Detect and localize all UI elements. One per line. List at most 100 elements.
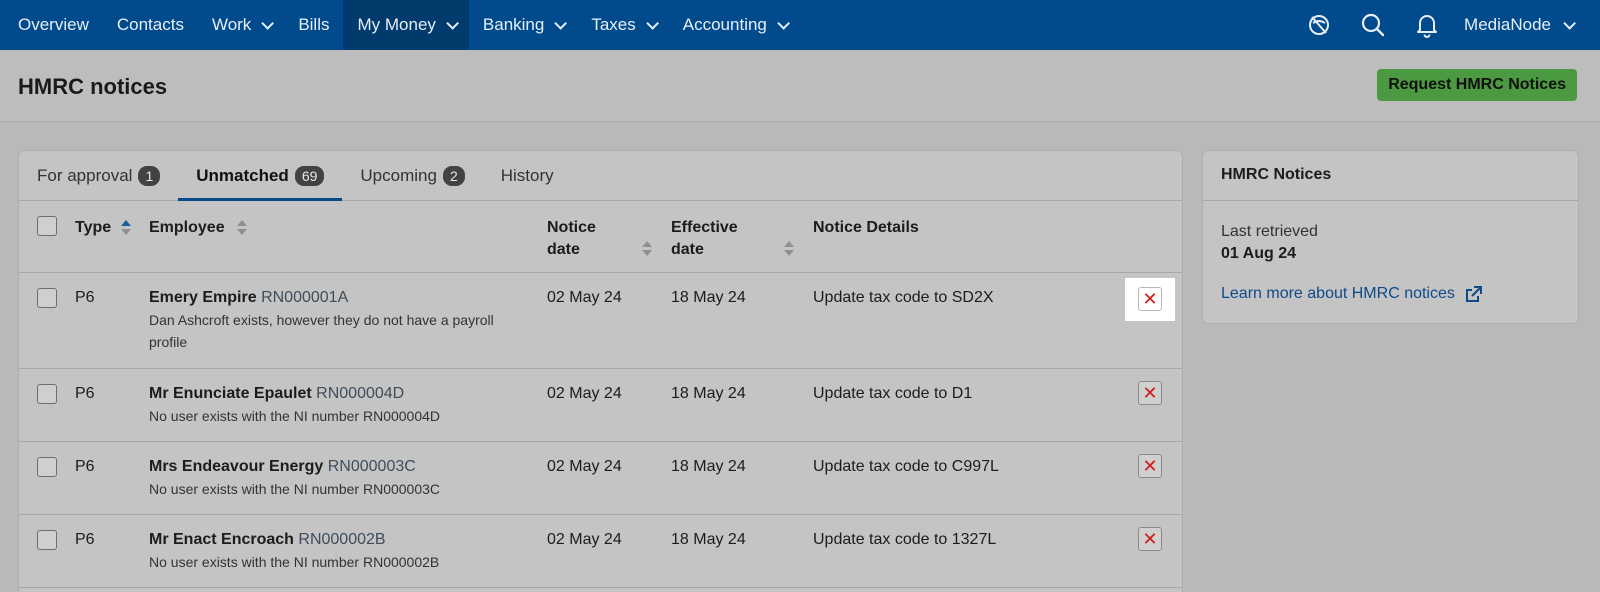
user-name: MediaNode: [1464, 15, 1551, 34]
page-header: HMRC notices Request HMRC Notices: [0, 50, 1600, 122]
search-icon[interactable]: [1346, 0, 1400, 50]
tab-label: Unmatched: [196, 165, 289, 185]
effective-date: 18 May 24: [671, 289, 746, 306]
table-row: P6 Emery Empire RN000001A Dan Ashcroft e…: [19, 273, 1182, 369]
column-type-label: Type: [75, 219, 112, 236]
no-tracking-icon[interactable]: [1292, 0, 1346, 50]
nav-bills-label: Bills: [298, 15, 330, 34]
match-note: No user exists with the NI number RN0000…: [149, 481, 441, 497]
external-link-icon: [1465, 285, 1482, 302]
table-row: P6 Mr Enact Encroach RN000002B No user e…: [19, 515, 1182, 588]
side-card-title: HMRC Notices: [1203, 151, 1578, 201]
notice-details: Update tax code to D1: [813, 385, 973, 402]
tab-history[interactable]: History: [483, 151, 572, 200]
sort-icon[interactable]: [121, 220, 131, 236]
nav-bills[interactable]: Bills: [284, 0, 343, 50]
nav-banking[interactable]: Banking: [469, 0, 577, 50]
sort-icon[interactable]: [784, 241, 794, 257]
delete-notice-button[interactable]: ✕: [1138, 287, 1162, 311]
nav-right-group: MediaNode: [1292, 0, 1600, 50]
notice-details: Update tax code to C997L: [813, 458, 999, 475]
tab-bar: For approval 1 Unmatched 69 Upcoming 2 H…: [19, 151, 1182, 201]
nav-taxes[interactable]: Taxes: [577, 0, 668, 50]
sort-icon[interactable]: [237, 220, 247, 236]
ni-number: RN000002B: [298, 531, 386, 548]
nav-contacts[interactable]: Contacts: [103, 0, 198, 50]
row-checkbox[interactable]: [37, 530, 57, 550]
bell-icon[interactable]: [1400, 0, 1454, 50]
row-checkbox[interactable]: [37, 288, 57, 308]
column-effective-date-header[interactable]: Effective date: [671, 217, 738, 261]
employee-name: Mr Enunciate Epaulet: [149, 385, 312, 402]
column-type-header[interactable]: Type: [75, 217, 111, 239]
column-notice-date-line2: date: [547, 241, 580, 258]
effective-date: 18 May 24: [671, 385, 746, 402]
last-retrieved-value: 01 Aug 24: [1221, 245, 1296, 262]
notice-type: P6: [75, 531, 95, 548]
nav-work[interactable]: Work: [198, 0, 284, 50]
column-notice-date-line1: Notice: [547, 219, 596, 236]
tab-unmatched[interactable]: Unmatched 69: [178, 151, 343, 201]
column-employee-label: Employee: [149, 219, 225, 236]
chevron-down-icon: [261, 16, 275, 30]
table-header: Type Employee Notice date Effective date N…: [19, 201, 1182, 273]
ni-number: RN000003C: [327, 458, 416, 475]
match-note: Dan Ashcroft exists, however they do not…: [149, 312, 494, 350]
notice-date: 02 May 24: [547, 385, 622, 402]
table-row: P6 Mrs Endeavour Energy RN000003C No use…: [19, 442, 1182, 515]
notice-type: P6: [75, 458, 95, 475]
count-badge: 69: [294, 165, 325, 186]
notice-details: Update tax code to SD2X: [813, 289, 994, 306]
row-checkbox[interactable]: [37, 384, 57, 404]
count-badge: 2: [442, 165, 465, 186]
nav-accounting[interactable]: Accounting: [669, 0, 800, 50]
sort-icon[interactable]: [642, 241, 652, 257]
nav-banking-label: Banking: [482, 15, 545, 34]
nav-work-label: Work: [211, 15, 252, 34]
delete-notice-button[interactable]: ✕: [1138, 454, 1162, 478]
column-employee-header[interactable]: Employee: [149, 217, 225, 239]
column-notice-date-header[interactable]: Notice date: [547, 217, 596, 261]
delete-notice-button[interactable]: ✕: [1138, 527, 1162, 551]
notice-date: 02 May 24: [547, 458, 622, 475]
count-badge: 1: [138, 165, 161, 186]
top-navigation: Overview Contacts Work Bills My Money Ba…: [0, 0, 1600, 50]
tab-for-approval[interactable]: For approval 1: [19, 151, 178, 200]
chevron-down-icon: [446, 16, 459, 30]
nav-overview-label: Overview: [18, 15, 89, 34]
chevron-down-icon: [777, 16, 790, 30]
chevron-down-icon: [1563, 16, 1576, 30]
tab-label: Upcoming: [360, 165, 437, 185]
learn-more-link[interactable]: Learn more about HMRC notices: [1221, 285, 1482, 303]
employee-cell: Emery Empire RN000001A Dan Ashcroft exis…: [149, 289, 519, 353]
employee-name: Emery Empire: [149, 289, 257, 306]
select-all-checkbox[interactable]: [37, 216, 57, 236]
effective-date: 18 May 24: [671, 458, 746, 475]
row-checkbox[interactable]: [37, 457, 57, 477]
chevron-down-icon: [646, 16, 659, 30]
column-effective-date-line2: date: [671, 241, 704, 258]
column-notice-details-label: Notice Details: [813, 219, 919, 236]
nav-overview[interactable]: Overview: [0, 0, 103, 50]
employee-cell: Mrs Endeavour Energy RN000003C No user e…: [149, 458, 519, 500]
tab-upcoming[interactable]: Upcoming 2: [342, 151, 482, 200]
nav-accounting-label: Accounting: [682, 15, 767, 34]
nav-taxes-label: Taxes: [591, 15, 636, 34]
effective-date: 18 May 24: [671, 531, 746, 548]
notice-type: P6: [75, 289, 95, 306]
tab-label: For approval: [37, 165, 133, 185]
nav-my-money[interactable]: My Money: [343, 0, 469, 50]
last-retrieved-label: Last retrieved: [1221, 223, 1318, 240]
user-menu[interactable]: MediaNode: [1454, 15, 1600, 35]
hmrc-notices-info-card: HMRC Notices Last retrieved 01 Aug 24 Le…: [1202, 150, 1579, 324]
notice-type: P6: [75, 385, 95, 402]
match-note: No user exists with the NI number RN0000…: [149, 408, 441, 424]
employee-name: Mrs Endeavour Energy: [149, 458, 324, 475]
ni-number: RN000004D: [316, 385, 405, 402]
learn-more-label: Learn more about HMRC notices: [1221, 285, 1455, 302]
notice-date: 02 May 24: [547, 531, 622, 548]
delete-notice-button[interactable]: ✕: [1138, 381, 1162, 405]
column-notice-details-header: Notice Details: [813, 217, 919, 239]
notice-date: 02 May 24: [547, 289, 622, 306]
request-hmrc-notices-button[interactable]: Request HMRC Notices: [1377, 69, 1577, 101]
